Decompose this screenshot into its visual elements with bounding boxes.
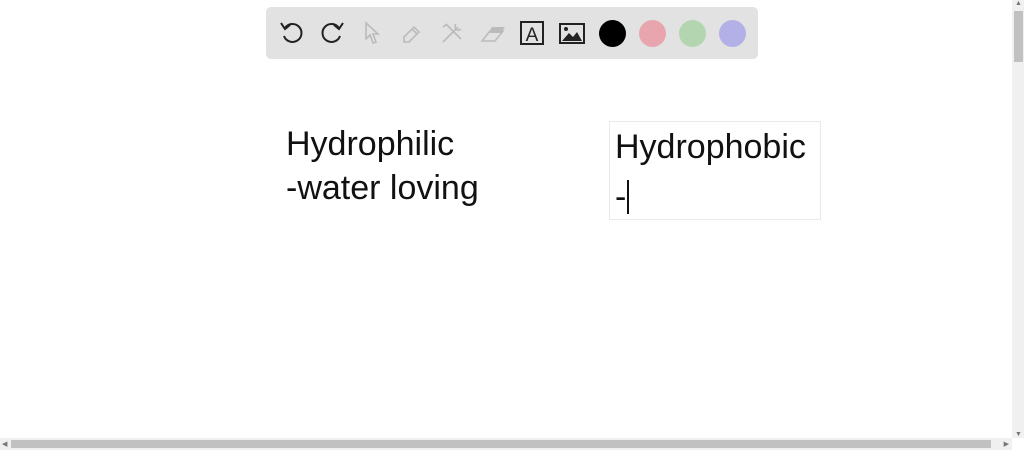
tools-button[interactable]	[437, 18, 467, 48]
horizontal-scroll-thumb[interactable]	[11, 440, 991, 448]
text-caret	[627, 180, 630, 214]
vertical-scrollbar[interactable]: ▲ ▼	[1012, 0, 1024, 438]
select-icon	[365, 21, 381, 45]
scroll-left-icon[interactable]: ◀	[2, 440, 7, 448]
text-hydrophilic[interactable]: Hydrophilic	[286, 122, 454, 166]
scroll-right-icon[interactable]: ▶	[1004, 440, 1009, 448]
scroll-up-icon[interactable]: ▲	[1015, 0, 1022, 7]
text-dash: -	[615, 178, 627, 216]
text-icon: A	[520, 21, 544, 46]
scroll-down-icon[interactable]: ▼	[1015, 431, 1022, 438]
active-text-box[interactable]: Hydrophobic -	[609, 121, 821, 220]
text-tool[interactable]: A	[517, 18, 547, 48]
color-black[interactable]	[599, 20, 626, 47]
text-hydrophobic: Hydrophobic	[615, 128, 806, 166]
pen-icon	[403, 25, 421, 43]
tools-icon	[442, 23, 462, 43]
drawing-toolbar: A	[266, 7, 758, 59]
vertical-scroll-thumb[interactable]	[1014, 11, 1023, 62]
color-purple[interactable]	[719, 20, 746, 47]
undo-button[interactable]	[277, 18, 307, 48]
pen-tool[interactable]	[397, 18, 427, 48]
text-input-line: -	[615, 175, 630, 219]
color-pink[interactable]	[639, 20, 666, 47]
redo-icon	[321, 22, 344, 43]
color-green[interactable]	[679, 20, 706, 47]
image-icon	[559, 23, 585, 44]
eraser-icon	[480, 27, 505, 42]
svg-text:A: A	[526, 25, 539, 46]
image-tool[interactable]	[557, 18, 587, 48]
horizontal-scrollbar[interactable]: ◀ ▶	[0, 438, 1012, 450]
undo-icon	[280, 22, 303, 43]
eraser-tool[interactable]	[477, 18, 507, 48]
text-water-loving[interactable]: -water loving	[286, 166, 479, 210]
select-tool[interactable]	[357, 18, 387, 48]
redo-button[interactable]	[317, 18, 347, 48]
